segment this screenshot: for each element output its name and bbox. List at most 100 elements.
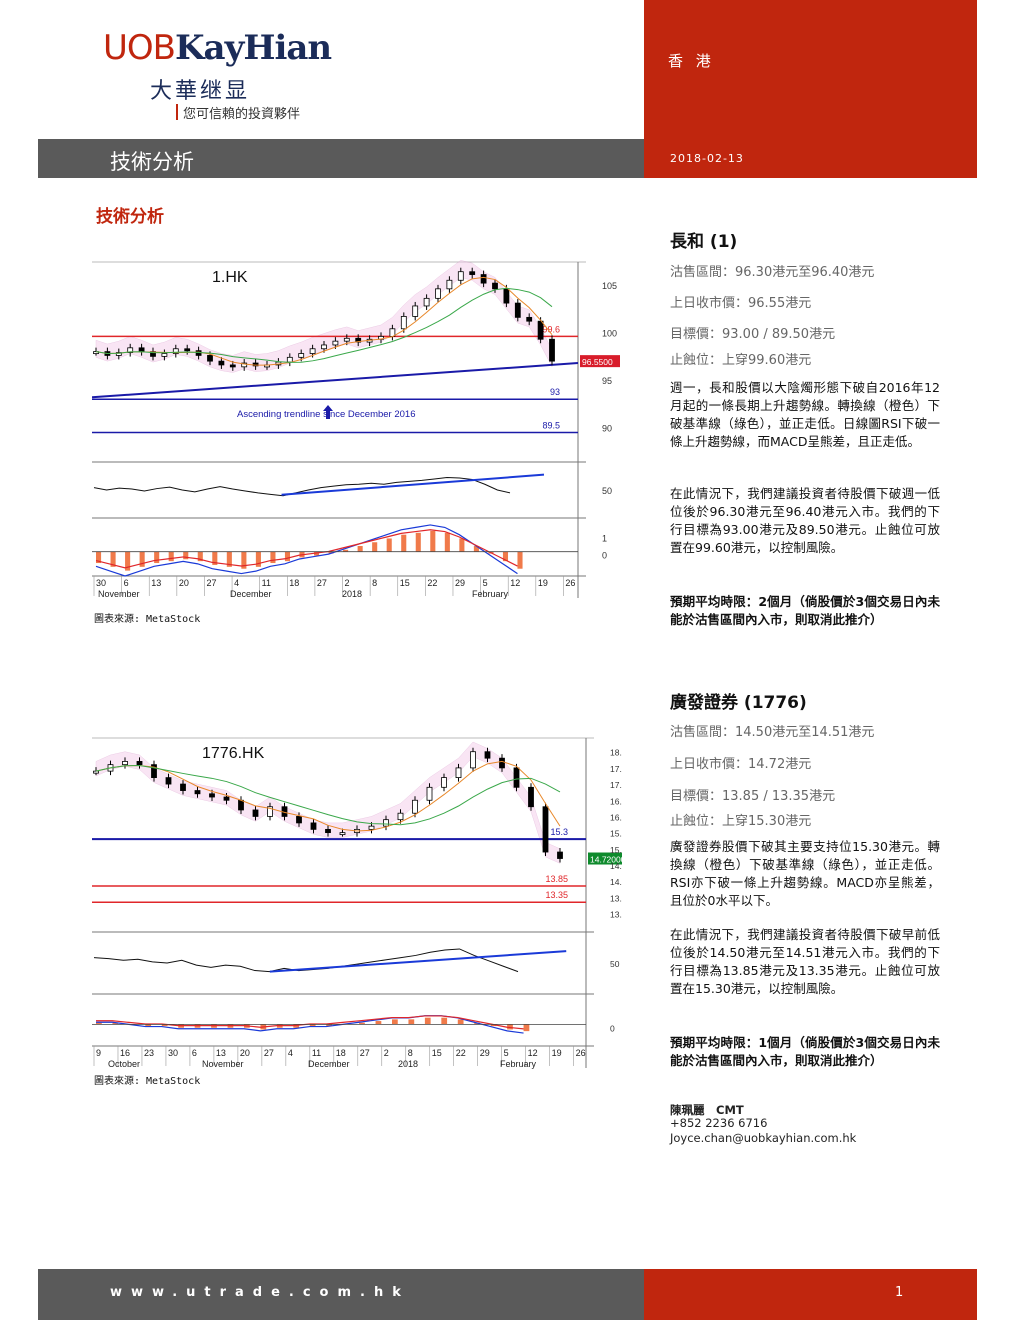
candle-body xyxy=(165,777,172,785)
candle-body xyxy=(286,356,293,363)
candle-body xyxy=(499,757,505,769)
candle-body xyxy=(161,353,168,357)
x-tick-label: 8 xyxy=(408,1048,413,1058)
candle-body xyxy=(184,348,191,352)
candle-body xyxy=(180,783,186,791)
stock-1-holding-period: 預期平均時限：2個月（倘股價於3個交易日內未能於沽售區間內入市，則取消此推介） xyxy=(670,594,940,627)
price-tick-label: 105 xyxy=(602,281,617,291)
x-tick-label: 5 xyxy=(504,1048,509,1058)
macd-histogram-bar xyxy=(459,538,465,552)
candle-body xyxy=(400,316,407,330)
brand-chinese-name: 大華继显 xyxy=(150,79,251,104)
chart-1776hk-svg: 15.313.8513.3514.7200018.017.517.016.516… xyxy=(92,737,627,1069)
x-tick-label: 19 xyxy=(538,578,548,588)
x-tick-label: 27 xyxy=(360,1048,370,1058)
stock-1-stop-loss: 止蝕位：上穿99.60港元 xyxy=(670,353,812,368)
x-tick-label: 30 xyxy=(168,1048,178,1058)
candle-body xyxy=(455,767,462,779)
stock-1-paragraph-2: 在此情況下，我們建議投資者待股價下破週一低位後於96.30港元至96.40港元入… xyxy=(670,486,940,555)
macd-histogram-bar xyxy=(284,551,291,562)
x-tick-label: 26 xyxy=(565,578,575,588)
month-label: November xyxy=(202,1059,244,1069)
candle-body xyxy=(526,316,533,322)
price-tick-label: 15.0 xyxy=(610,845,622,855)
level-label-2: 13.35 xyxy=(545,890,568,900)
analyst-email[interactable]: Joyce.chan@uobkayhian.com.hk xyxy=(670,1131,856,1145)
price-trendline xyxy=(91,362,579,399)
x-tick-label: 4 xyxy=(234,578,239,588)
x-tick-label: 6 xyxy=(192,1048,197,1058)
month-label: November xyxy=(98,589,140,599)
candle-body xyxy=(296,816,302,824)
candle-body xyxy=(339,832,346,836)
stock-2-holding-period: 預期平均時限：1個月（倘股價於3個交易日內未能於沽售區間內入市，則取消此推介） xyxy=(670,1035,940,1068)
candle-body xyxy=(441,777,447,788)
candle-body xyxy=(309,348,316,354)
x-tick-label: 9 xyxy=(96,1048,101,1058)
candle-body xyxy=(470,751,476,769)
macd-histogram-bar xyxy=(430,530,436,552)
price-tick-label: 17.5 xyxy=(610,764,622,774)
stock-2-sell-range: 沽售區間：14.50港元至14.51港元 xyxy=(670,725,875,740)
month-label: October xyxy=(108,1059,140,1069)
candle-body xyxy=(412,799,418,814)
macd-histogram-bar xyxy=(517,551,523,569)
brand-kh-text: KayHian xyxy=(174,28,332,68)
report-date: 2018-02-13 xyxy=(670,152,744,165)
candle-body xyxy=(136,761,143,766)
candle-body xyxy=(207,355,213,362)
candle-body xyxy=(218,360,225,366)
x-tick-label: 11 xyxy=(262,578,271,588)
candle-body xyxy=(528,786,534,808)
price-tick-label: 16.0 xyxy=(610,812,622,822)
x-tick-label: 15 xyxy=(400,578,410,588)
candle-body xyxy=(209,793,215,798)
candle-body xyxy=(238,799,244,811)
tagline-divider xyxy=(176,104,178,120)
candle-body xyxy=(542,806,549,853)
x-tick-label: 22 xyxy=(456,1048,466,1058)
stock-1-sell-range: 沽售區間：96.30港元至96.40港元 xyxy=(670,265,875,280)
region-label: 香 港 xyxy=(668,52,715,70)
stock-1-prev-close: 上日收市價：96.55港元 xyxy=(670,296,812,311)
chart-1hk-svg: 99.69389.596.550010510095901.HKAscending… xyxy=(91,260,620,599)
sub-title: 技術分析 xyxy=(96,207,164,227)
rsi-trendline xyxy=(269,950,567,973)
x-tick-label: 20 xyxy=(240,1048,250,1058)
macd-histogram-bar xyxy=(183,551,189,560)
price-tick-label: 16.5 xyxy=(610,796,622,806)
chart-title: 1.HK xyxy=(212,269,248,286)
macd-histogram-bar xyxy=(523,1024,530,1032)
x-tick-label: 23 xyxy=(144,1048,154,1058)
macd-histogram-bar xyxy=(392,1019,398,1025)
candle-body xyxy=(412,305,419,317)
candle-body xyxy=(252,809,259,817)
x-tick-label: 12 xyxy=(510,578,520,588)
candle-body xyxy=(138,347,145,353)
macd-histogram-bar xyxy=(408,1019,415,1025)
x-tick-label: 15 xyxy=(432,1048,442,1058)
candle-body xyxy=(484,751,491,759)
price-tick-label: 15.5 xyxy=(610,829,622,839)
ichimoku-cloud xyxy=(95,741,561,864)
x-tick-label: 11 xyxy=(312,1048,321,1058)
macd-histogram-bar xyxy=(168,551,174,562)
chart-title: 1776.HK xyxy=(202,745,265,762)
candle-body xyxy=(343,337,350,342)
candle-body xyxy=(469,271,476,275)
footer-website-link[interactable]: www.utrade.com.hk xyxy=(110,1285,410,1300)
candle-body xyxy=(122,761,128,766)
rsi-tick-label: 50 xyxy=(610,959,620,969)
level-label-1: 93 xyxy=(550,387,560,397)
month-label: December xyxy=(230,589,272,599)
level-label-0: 15.3 xyxy=(550,827,568,837)
chart-1776hk: 15.313.8513.3514.7200018.017.517.016.516… xyxy=(92,736,627,1069)
macd-histogram-bar xyxy=(415,532,421,552)
chart-2-source: 圖表來源: MetaStock xyxy=(94,1076,201,1087)
candle-body xyxy=(223,796,230,801)
candle-body xyxy=(549,338,555,362)
level-label-1: 13.85 xyxy=(545,874,568,884)
price-tick-label: 14.0 xyxy=(610,877,622,887)
x-tick-label: 27 xyxy=(264,1048,274,1058)
stock-2-paragraph-1: 廣發證券股價下破其主要支持位15.30港元。轉換線（橙色）下破基準線（綠色），並… xyxy=(670,839,940,908)
